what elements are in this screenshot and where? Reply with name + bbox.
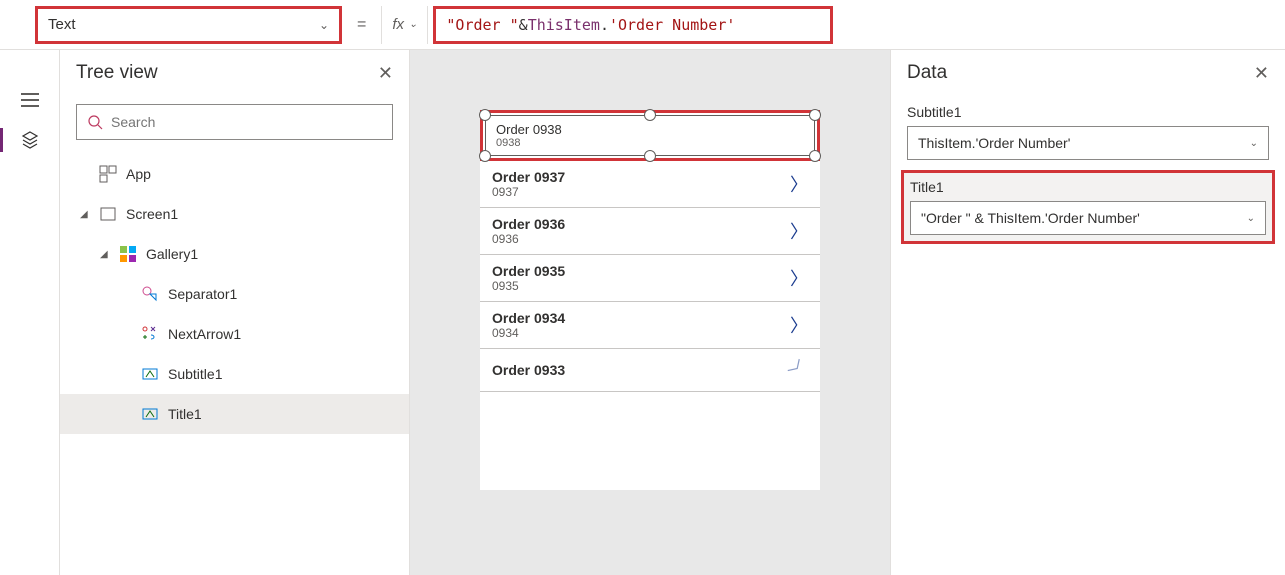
layers-icon — [20, 130, 40, 150]
resize-handle[interactable] — [644, 109, 656, 121]
data-panel: Data ✕ Subtitle1 ThisItem.'Order Number'… — [890, 50, 1285, 575]
search-icon — [87, 114, 103, 130]
field-dropdown-value: ThisItem.'Order Number' — [918, 135, 1070, 151]
chevron-down-icon: ⌄ — [319, 18, 329, 32]
tree-item-subtitle1[interactable]: Subtitle1 — [60, 354, 409, 394]
data-panel-title: Data — [907, 62, 947, 84]
gallery-item-title: Order 0936 — [492, 216, 790, 232]
phone-screen: Order 0938 0938 Order 0937 0937 〉 Order … — [480, 110, 820, 490]
gallery-item-title: Order 0934 — [492, 310, 790, 326]
tree-view-rail-button[interactable] — [10, 120, 50, 160]
gallery-item-subtitle: 0936 — [492, 232, 790, 246]
chevron-down-icon: ⌄ — [409, 19, 417, 30]
gallery-item[interactable]: Order 0934 0934 〉 — [480, 302, 820, 349]
formula-token-obj: ThisItem — [528, 16, 600, 34]
field-label: Subtitle1 — [907, 104, 1269, 120]
formula-token-op: & — [519, 16, 528, 34]
resize-handle[interactable] — [809, 109, 821, 121]
gallery-item[interactable]: Order 0933 〉 — [480, 349, 820, 392]
screen-icon — [98, 204, 118, 224]
data-field-title1: Title1 "Order " & ThisItem.'Order Number… — [901, 170, 1275, 244]
data-panel-header: Data ✕ — [907, 62, 1269, 84]
formula-token-dot: . — [600, 16, 609, 34]
search-input[interactable] — [111, 114, 382, 130]
close-icon[interactable]: ✕ — [378, 63, 393, 84]
tree-view-title: Tree view — [76, 62, 158, 84]
gallery-item-title: Order 0938 — [496, 122, 804, 137]
gallery-item-title: Order 0935 — [492, 263, 790, 279]
gallery-item[interactable]: Order 0935 0935 〉 — [480, 255, 820, 302]
gallery-item-title: Order 0937 — [492, 169, 790, 185]
collapse-icon[interactable]: ◢ — [80, 209, 94, 220]
field-dropdown-title1[interactable]: "Order " & ThisItem.'Order Number' ⌄ — [910, 201, 1266, 235]
tree-item-label: Separator1 — [168, 286, 237, 302]
tree-item-app[interactable]: App — [60, 154, 409, 194]
tree-item-label: Subtitle1 — [168, 366, 222, 382]
field-dropdown-value: "Order " & ThisItem.'Order Number' — [921, 210, 1140, 226]
chevron-right-icon[interactable]: 〉 — [790, 312, 808, 338]
fx-label: fx — [392, 16, 404, 33]
tree-view-panel: Tree view ✕ App ◢ — [60, 50, 410, 575]
field-label: Title1 — [910, 179, 1266, 195]
label-icon — [140, 404, 160, 424]
tree-item-screen1[interactable]: ◢ Screen1 — [60, 194, 409, 234]
formula-input[interactable]: "Order " & ThisItem.'Order Number' — [433, 6, 833, 44]
gallery-item-subtitle: 0937 — [492, 185, 790, 199]
collapse-icon[interactable]: ◢ — [100, 249, 114, 260]
tree-item-title1[interactable]: Title1 — [60, 394, 409, 434]
chevron-right-icon[interactable]: 〉 — [790, 218, 808, 244]
gallery-icon — [118, 244, 138, 264]
tree-list: App ◢ Screen1 ◢ Gallery1 — [60, 148, 409, 434]
data-field-subtitle1: Subtitle1 ThisItem.'Order Number' ⌄ — [907, 104, 1269, 160]
gallery-item[interactable]: Order 0936 0936 〉 — [480, 208, 820, 255]
property-dropdown[interactable]: Text ⌄ — [35, 6, 342, 44]
left-rail — [0, 50, 60, 575]
icons-icon — [140, 324, 160, 344]
chevron-right-icon[interactable]: 〉 — [790, 171, 808, 197]
chevron-right-icon[interactable]: 〉 — [790, 265, 808, 291]
formula-token-string: "Order " — [446, 16, 518, 34]
app-icon — [98, 164, 118, 184]
gallery-item-title: Order 0933 — [492, 362, 790, 378]
fx-button[interactable]: fx ⌄ — [381, 6, 428, 44]
search-box[interactable] — [76, 104, 393, 140]
hamburger-menu-icon[interactable] — [10, 80, 50, 120]
label-icon — [140, 364, 160, 384]
tree-item-label: Screen1 — [126, 206, 178, 222]
tree-view-header: Tree view ✕ — [60, 50, 409, 96]
gallery-item[interactable]: Order 0937 0937 〉 — [480, 161, 820, 208]
resize-handle[interactable] — [479, 109, 491, 121]
selected-title-control[interactable]: Order 0938 0938 — [480, 110, 820, 161]
field-dropdown-subtitle1[interactable]: ThisItem.'Order Number' ⌄ — [907, 126, 1269, 160]
tree-item-label: Gallery1 — [146, 246, 198, 262]
gallery-item-subtitle: 0935 — [492, 279, 790, 293]
formula-bar: Text ⌄ = fx ⌄ "Order " & ThisItem.'Order… — [0, 0, 1285, 50]
chevron-down-icon: ⌄ — [1250, 138, 1258, 149]
tree-item-label: NextArrow1 — [168, 326, 241, 342]
gallery-item-subtitle: 0934 — [492, 326, 790, 340]
chevron-right-icon[interactable]: 〉 — [783, 354, 814, 385]
gallery-item-subtitle: 0938 — [496, 137, 804, 149]
formula-input-wrapper: "Order " & ThisItem.'Order Number' — [428, 0, 1285, 49]
tree-item-label: Title1 — [168, 406, 202, 422]
equals-sign: = — [357, 16, 366, 34]
close-icon[interactable]: ✕ — [1254, 63, 1269, 84]
tree-item-gallery1[interactable]: ◢ Gallery1 — [60, 234, 409, 274]
separator-icon — [140, 284, 160, 304]
property-dropdown-label: Text — [48, 16, 76, 33]
formula-token-prop: 'Order Number' — [609, 16, 735, 34]
tree-item-nextarrow1[interactable]: NextArrow1 — [60, 314, 409, 354]
tree-item-separator1[interactable]: Separator1 — [60, 274, 409, 314]
tree-item-label: App — [126, 166, 151, 182]
canvas[interactable]: Order 0938 0938 Order 0937 0937 〉 Order … — [410, 50, 890, 575]
chevron-down-icon: ⌄ — [1247, 213, 1255, 224]
